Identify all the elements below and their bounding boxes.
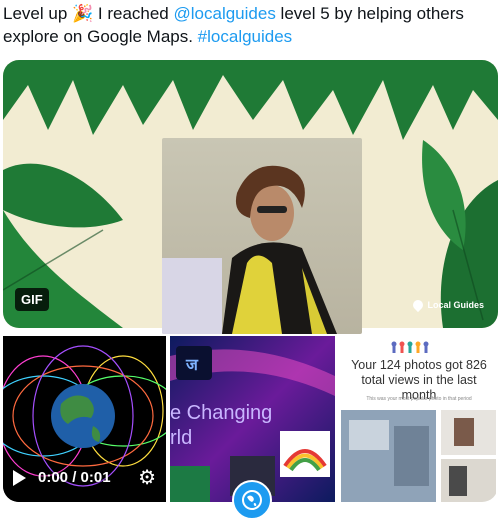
globe-button[interactable] — [232, 480, 272, 520]
mention-link[interactable]: @localguides — [174, 4, 276, 23]
globe-icon — [242, 490, 262, 510]
gif-badge: GIF — [15, 288, 49, 311]
video-thumbnail[interactable]: 0:00 / 0:01 ⚙ — [3, 336, 166, 502]
stats-thumbnail[interactable]: Your 124 photos got 826 total views in t… — [339, 336, 498, 502]
play-icon[interactable] — [13, 469, 26, 486]
promo-text-2: rld — [170, 427, 192, 449]
profile-photo — [162, 138, 362, 334]
svg-text:ज: ज — [185, 355, 199, 374]
promo-thumbnail[interactable]: ज e Changing rld — [170, 336, 335, 502]
video-time: 0:00 / 0:01 — [38, 469, 111, 486]
video-controls: 0:00 / 0:01 ⚙ — [13, 465, 156, 490]
tweet-text: Level up 🎉 I reached @localguides level … — [3, 2, 498, 48]
local-guides-watermark: Local Guides — [411, 297, 484, 313]
tweet-text-part1: Level up 🎉 I reached — [3, 4, 174, 23]
stats-subtitle: This was your most popular photo in that… — [366, 396, 472, 402]
promo-art: ज e Changing rld — [170, 336, 335, 502]
gear-icon[interactable]: ⚙ — [138, 465, 156, 490]
promo-text-1: e Changing — [170, 402, 272, 424]
local-guides-label: Local Guides — [427, 300, 484, 310]
hashtag-link[interactable]: #localguides — [198, 27, 293, 46]
pin-icon — [411, 297, 426, 313]
